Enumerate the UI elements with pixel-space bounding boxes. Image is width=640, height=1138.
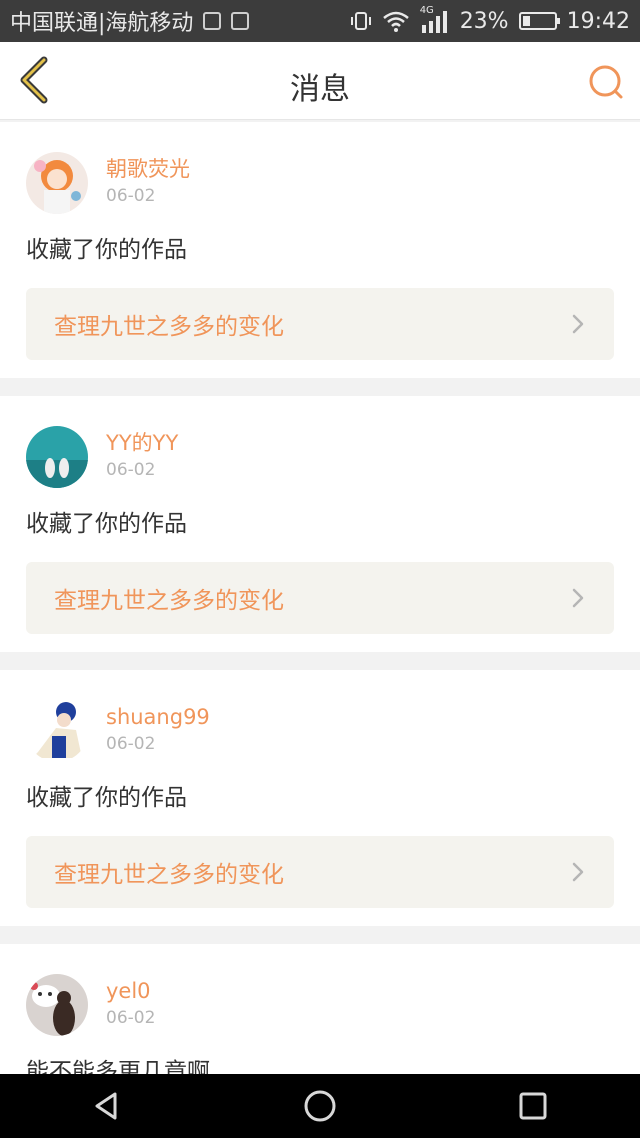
status-bar: 中国联通|海航移动 4G 23% 19:42 — [0, 0, 640, 42]
gallery-notification-icon — [203, 12, 222, 30]
avatar[interactable] — [26, 700, 88, 762]
search-icon — [589, 65, 623, 99]
message-date: 06-02 — [106, 460, 156, 480]
search-button[interactable] — [586, 62, 626, 102]
work-title: 查理九世之多多的变化 — [54, 314, 284, 340]
username[interactable]: YY的YY — [106, 430, 178, 456]
username[interactable]: shuang99 — [106, 704, 210, 730]
message-card: shuang99 06-02 收藏了你的作品 查理九世之多多的变化 — [0, 670, 640, 926]
triangle-back-icon[interactable] — [87, 1086, 127, 1126]
avatar[interactable] — [26, 974, 88, 1036]
battery-percent: 23% — [459, 8, 509, 34]
chevron-right-icon — [572, 588, 584, 608]
app-notification-icon — [231, 12, 250, 30]
message-card: YY的YY 06-02 收藏了你的作品 查理九世之多多的变化 — [0, 396, 640, 652]
app-header: 消息 — [0, 42, 640, 120]
page-title: 消息 — [290, 72, 350, 107]
message-date: 06-02 — [106, 734, 156, 754]
work-link[interactable]: 查理九世之多多的变化 — [26, 288, 614, 360]
message-date: 06-02 — [106, 1008, 156, 1028]
avatar[interactable] — [26, 426, 88, 488]
circle-home-icon[interactable] — [300, 1086, 340, 1126]
chevron-right-icon — [572, 862, 584, 882]
square-recent-icon[interactable] — [513, 1086, 553, 1126]
work-title: 查理九世之多多的变化 — [54, 862, 284, 888]
chevron-right-icon — [572, 314, 584, 334]
username[interactable]: yel0 — [106, 978, 155, 1004]
message-list: 朝歌荧光 06-02 收藏了你的作品 查理九世之多多的变化 YY的YY 06-0… — [0, 122, 640, 1124]
vibrate-icon — [350, 12, 371, 30]
wifi-icon — [382, 11, 409, 32]
message-date: 06-02 — [106, 186, 156, 206]
work-link[interactable]: 查理九世之多多的变化 — [26, 836, 614, 908]
username[interactable]: 朝歌荧光 — [106, 156, 190, 182]
message-text: 收藏了你的作品 — [26, 511, 187, 537]
message-card: 朝歌荧光 06-02 收藏了你的作品 查理九世之多多的变化 — [0, 122, 640, 378]
system-nav-bar — [0, 1074, 640, 1138]
battery-icon — [518, 12, 560, 30]
carrier-text: 中国联通|海航移动 — [10, 11, 194, 36]
message-text: 收藏了你的作品 — [26, 785, 187, 811]
clock: 19:42 — [566, 8, 630, 34]
work-title: 查理九世之多多的变化 — [54, 588, 284, 614]
message-text: 收藏了你的作品 — [26, 237, 187, 263]
signal-icon: 4G — [420, 5, 450, 33]
avatar[interactable] — [26, 152, 88, 214]
work-link[interactable]: 查理九世之多多的变化 — [26, 562, 614, 634]
